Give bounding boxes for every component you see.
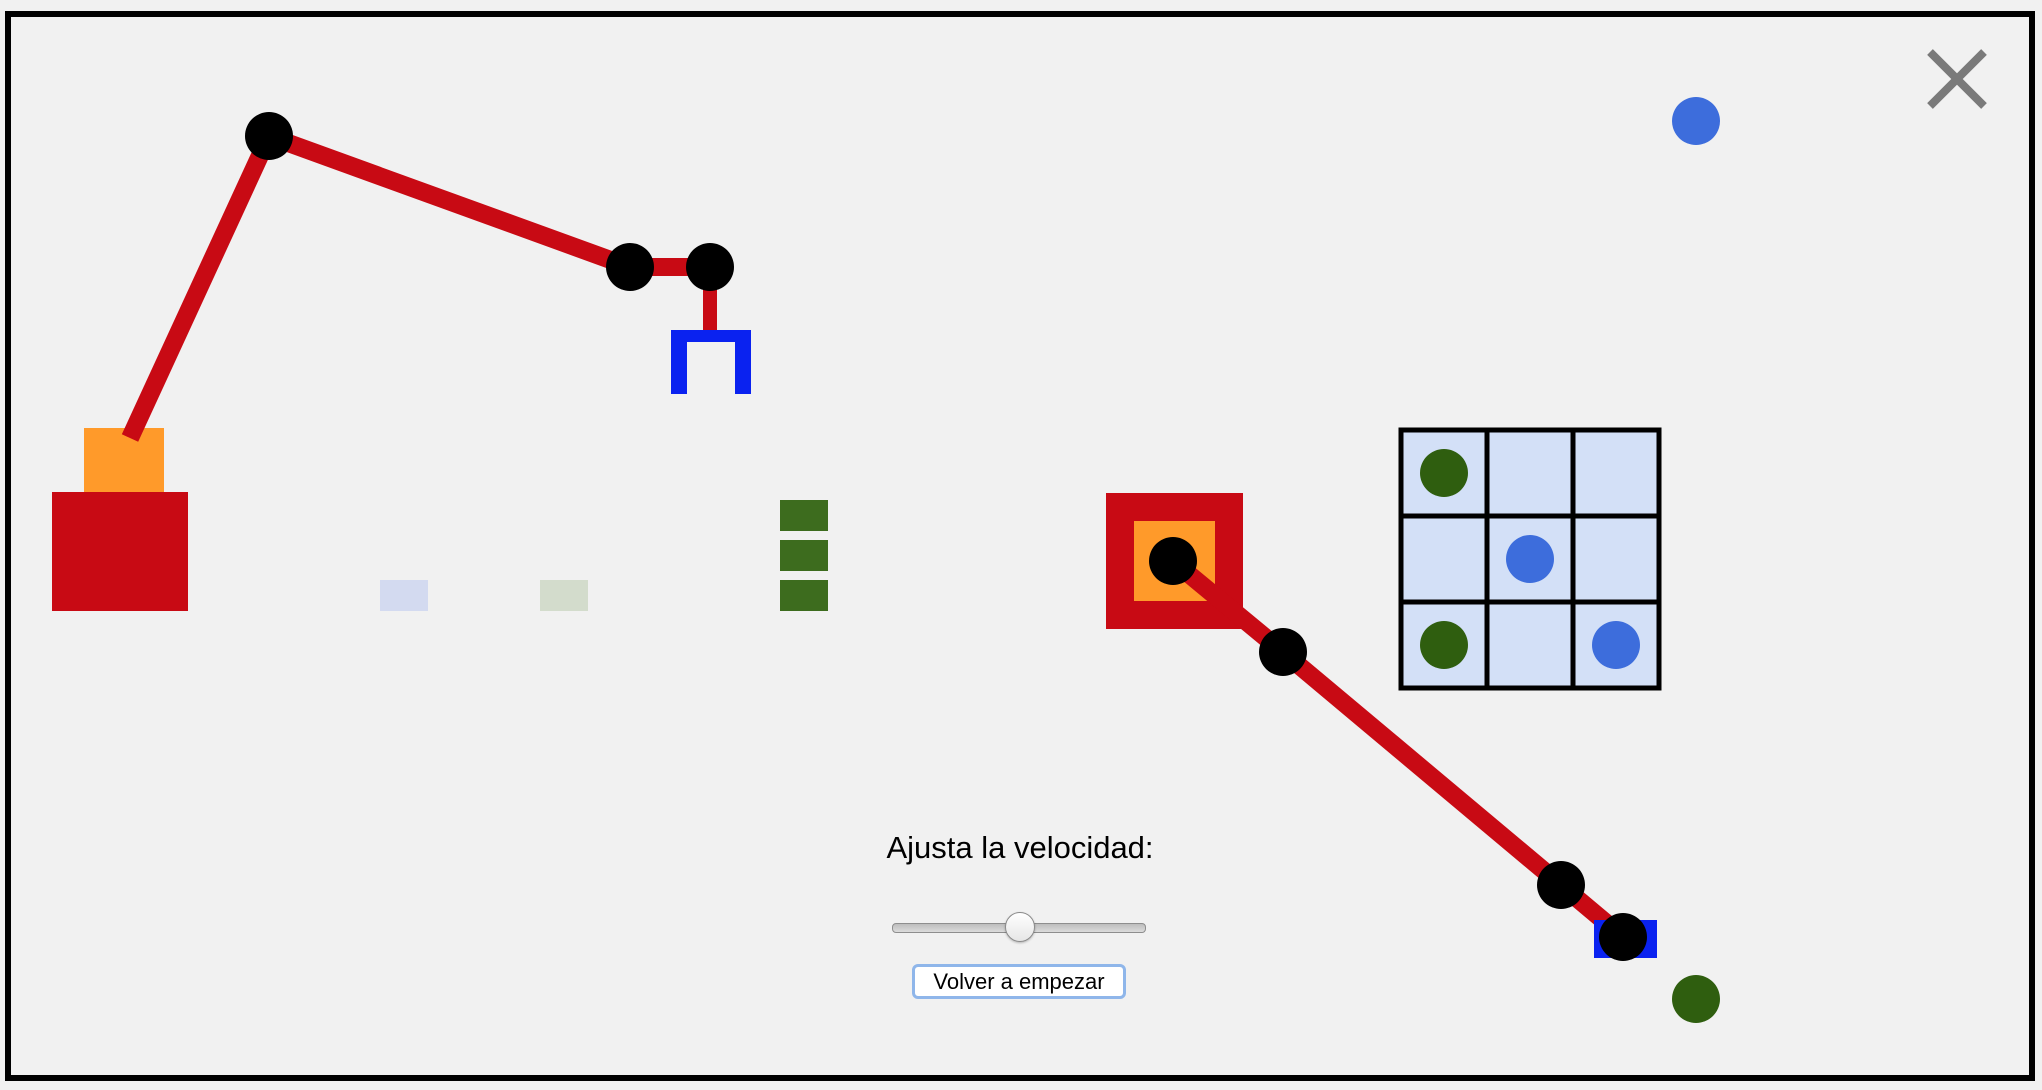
arm-joint[interactable]	[1259, 628, 1307, 676]
arm-joint[interactable]	[606, 243, 654, 291]
target-ball-green	[1420, 449, 1468, 497]
slider-thumb[interactable]	[1005, 912, 1035, 942]
grid-cell	[1484, 599, 1576, 691]
arm-joint[interactable]	[686, 243, 734, 291]
green-block-stack	[780, 500, 828, 611]
target-grid	[1398, 427, 1662, 691]
target-ball-blue	[1672, 97, 1720, 145]
restart-button[interactable]: Volver a empezar	[912, 964, 1126, 999]
green-block	[780, 540, 828, 571]
target-ball-blue	[1506, 535, 1554, 583]
grid-cell	[1398, 513, 1490, 605]
grid-cell	[1570, 513, 1662, 605]
ghost-piece-blue	[380, 580, 428, 611]
green-block	[780, 580, 828, 611]
arm-base-top	[84, 428, 164, 498]
arm-joint[interactable]	[1599, 913, 1647, 961]
arm-base	[52, 492, 188, 611]
speed-label: Ajusta la velocidad:	[886, 830, 1154, 865]
speed-slider[interactable]	[888, 912, 1150, 942]
grid-cell	[1484, 427, 1576, 519]
target-ball-green	[1420, 621, 1468, 669]
arm-joint[interactable]	[1537, 861, 1585, 909]
target-ball-green	[1672, 975, 1720, 1023]
arm-joint[interactable]	[1149, 537, 1197, 585]
green-block	[780, 500, 828, 531]
grid-cell	[1570, 427, 1662, 519]
ghost-piece-green	[540, 580, 588, 611]
arm-joint[interactable]	[245, 112, 293, 160]
target-ball-blue	[1592, 621, 1640, 669]
